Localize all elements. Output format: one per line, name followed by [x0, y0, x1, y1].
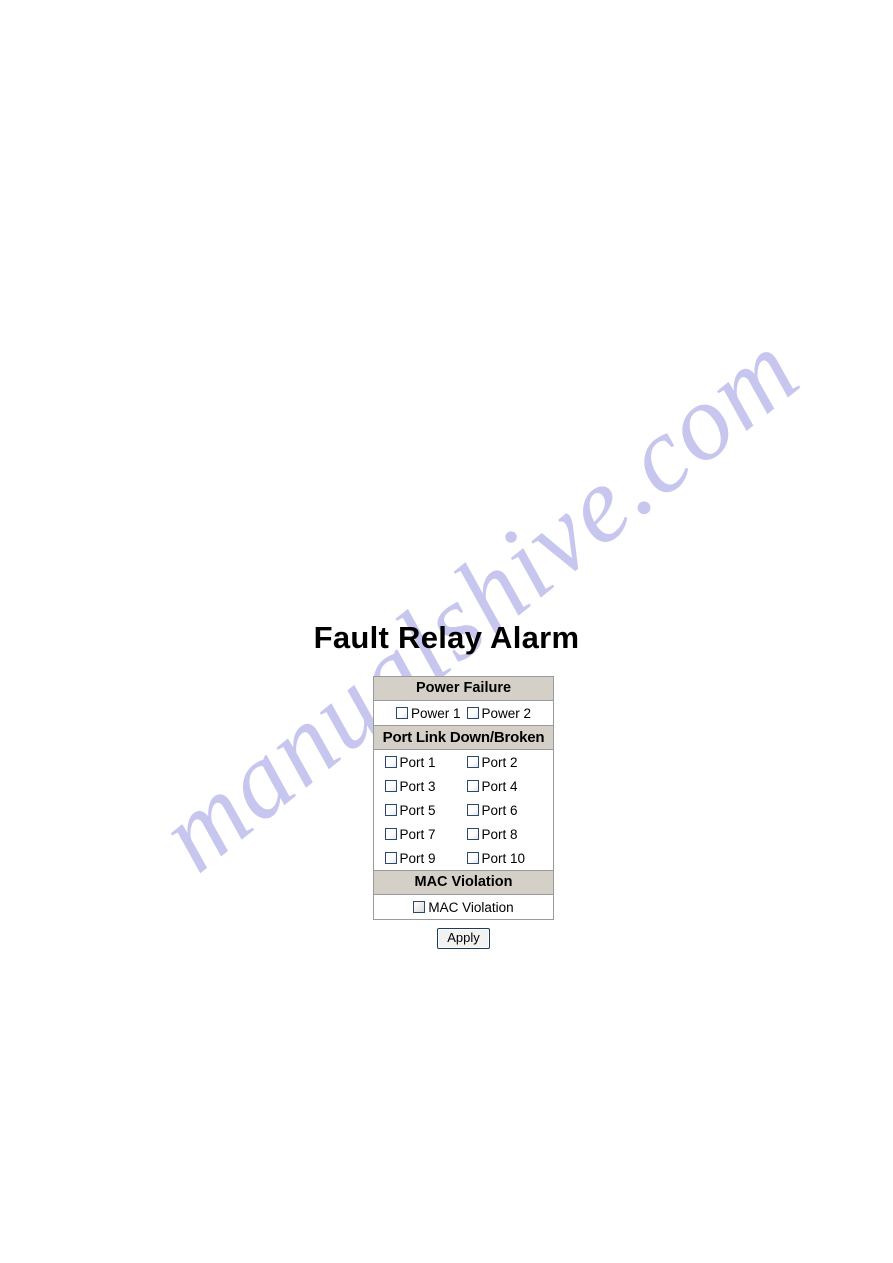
checkbox-port-9[interactable]: Port 9 — [384, 850, 461, 866]
apply-button[interactable]: Apply — [437, 928, 490, 949]
checkbox-icon[interactable] — [466, 707, 479, 719]
checkbox-power-2[interactable]: Power 2 — [466, 705, 532, 721]
checkbox-icon[interactable] — [384, 756, 397, 768]
port-row-5-6: Port 5 Port 6 — [374, 798, 553, 822]
port-row-9-10: Port 9 Port 10 — [374, 846, 553, 870]
checkbox-icon[interactable] — [384, 828, 397, 840]
checkbox-port-2[interactable]: Port 2 — [466, 754, 543, 770]
checkbox-label: Port 1 — [399, 754, 436, 770]
table-row: Power Failure — [373, 676, 554, 701]
checkbox-icon[interactable] — [413, 901, 426, 913]
checkbox-icon[interactable] — [384, 804, 397, 816]
power-failure-options-cell: Power 1 Power 2 — [373, 700, 554, 726]
checkbox-label: Port 7 — [399, 826, 436, 842]
checkbox-icon[interactable] — [395, 707, 408, 719]
section-header-power-failure: Power Failure — [373, 676, 554, 701]
mac-violation-options-cell: MAC Violation — [373, 894, 554, 920]
checkbox-port-7[interactable]: Port 7 — [384, 826, 461, 842]
checkbox-icon[interactable] — [466, 852, 479, 864]
table-row: MAC Violation — [373, 894, 554, 920]
checkbox-port-10[interactable]: Port 10 — [466, 850, 543, 866]
checkbox-port-8[interactable]: Port 8 — [466, 826, 543, 842]
apply-button-container: Apply — [373, 928, 554, 949]
port-options-cell: Port 1 Port 2 Port 3 Port 4 Port 5 Port … — [373, 749, 554, 871]
checkbox-port-3[interactable]: Port 3 — [384, 778, 461, 794]
checkbox-icon[interactable] — [466, 804, 479, 816]
checkbox-mac-violation[interactable]: MAC Violation — [413, 899, 514, 915]
checkbox-port-6[interactable]: Port 6 — [466, 802, 543, 818]
checkbox-label: Port 2 — [481, 754, 518, 770]
mac-violation-row: MAC Violation — [374, 895, 553, 919]
checkbox-power-1[interactable]: Power 1 — [395, 705, 461, 721]
checkbox-label: Port 3 — [399, 778, 436, 794]
power-row: Power 1 Power 2 — [374, 701, 553, 725]
checkbox-port-5[interactable]: Port 5 — [384, 802, 461, 818]
checkbox-port-4[interactable]: Port 4 — [466, 778, 543, 794]
page-title: Fault Relay Alarm — [313, 620, 580, 655]
checkbox-icon[interactable] — [384, 780, 397, 792]
checkbox-label: Port 9 — [399, 850, 436, 866]
section-header-port-link-down-broken: Port Link Down/Broken — [373, 725, 554, 750]
checkbox-label: Port 10 — [481, 850, 526, 866]
checkbox-icon[interactable] — [466, 780, 479, 792]
checkbox-label: Power 2 — [481, 705, 532, 721]
checkbox-label: Power 1 — [410, 705, 461, 721]
checkbox-port-1[interactable]: Port 1 — [384, 754, 461, 770]
table-row: MAC Violation — [373, 870, 554, 895]
page-content: Fault Relay Alarm Power Failure Power 1 — [0, 0, 893, 1263]
section-header-mac-violation: MAC Violation — [373, 870, 554, 895]
checkbox-label: Port 8 — [481, 826, 518, 842]
port-row-7-8: Port 7 Port 8 — [374, 822, 553, 846]
port-row-3-4: Port 3 Port 4 — [374, 774, 553, 798]
checkbox-label: Port 4 — [481, 778, 518, 794]
checkbox-icon[interactable] — [384, 852, 397, 864]
table-row: Power 1 Power 2 — [373, 700, 554, 726]
checkbox-label: Port 5 — [399, 802, 436, 818]
fault-relay-alarm-table: Power Failure Power 1 Power 2 Port Link … — [373, 676, 554, 920]
port-row-1-2: Port 1 Port 2 — [374, 750, 553, 774]
table-row: Port Link Down/Broken — [373, 725, 554, 750]
checkbox-label: Port 6 — [481, 802, 518, 818]
table-row: Port 1 Port 2 Port 3 Port 4 Port 5 Port … — [373, 749, 554, 871]
checkbox-icon[interactable] — [466, 828, 479, 840]
checkbox-icon[interactable] — [466, 756, 479, 768]
checkbox-label: MAC Violation — [428, 899, 514, 915]
